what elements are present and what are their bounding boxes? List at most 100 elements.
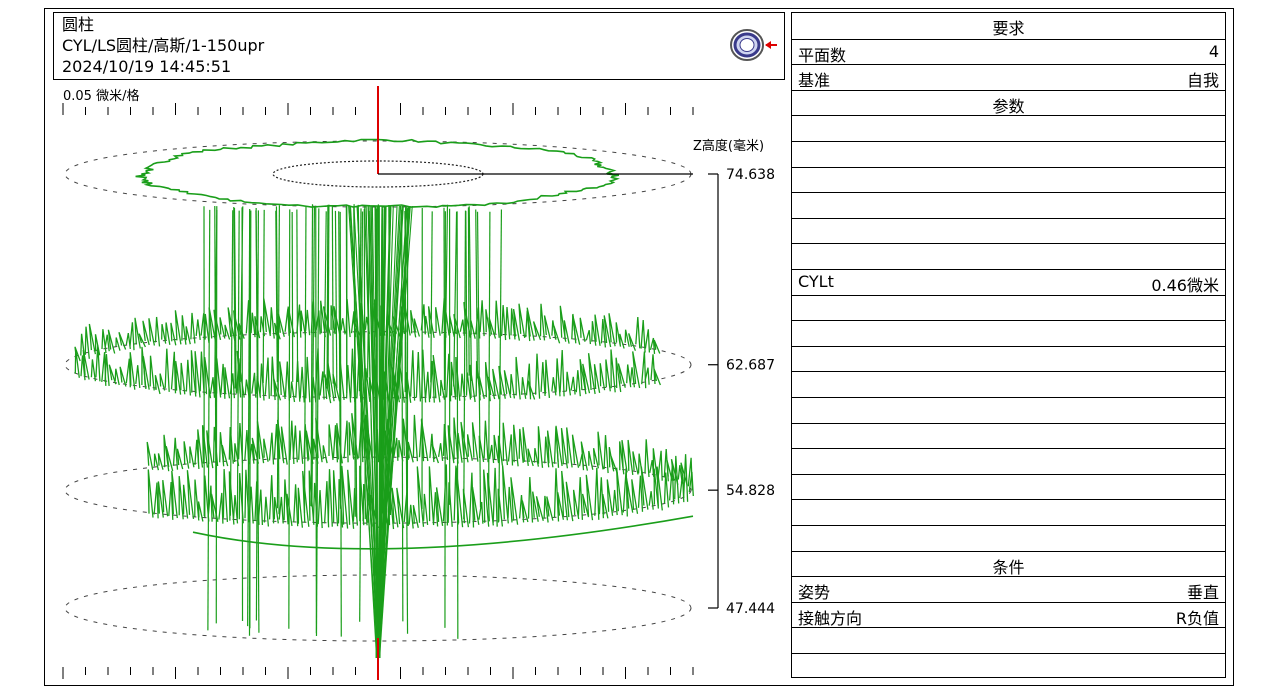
profile-spike bbox=[479, 300, 485, 337]
profile-spike bbox=[88, 323, 97, 355]
profile-spike bbox=[204, 313, 210, 344]
profile-spike bbox=[521, 377, 527, 399]
profile-spike bbox=[218, 492, 224, 524]
profile-spike bbox=[540, 362, 546, 396]
profile-spike bbox=[165, 446, 174, 472]
cylt-row: CYLt 0.46微米 bbox=[792, 269, 1225, 295]
profile-spike bbox=[615, 467, 623, 516]
profile-spike bbox=[189, 446, 195, 468]
profile-spike bbox=[149, 355, 155, 391]
profile-spike bbox=[159, 373, 166, 391]
profile-spike bbox=[293, 484, 299, 527]
profile-spike bbox=[153, 453, 160, 471]
profile-spike bbox=[622, 468, 628, 517]
profile-spike bbox=[606, 479, 614, 516]
profile-spike bbox=[209, 377, 216, 398]
profile-spike bbox=[424, 371, 431, 403]
result-panel: 要求 平面数 4 基准 自我 参数 CYLt 0.46微米 条件 姿势 垂直 接触方向 R… bbox=[791, 12, 1226, 678]
profile-spike bbox=[501, 465, 509, 524]
profile-spike bbox=[302, 470, 310, 527]
profile-spike bbox=[176, 448, 184, 470]
profile-spike bbox=[428, 466, 435, 526]
profile-spike bbox=[322, 445, 328, 464]
requirements-header: 要求 bbox=[992, 19, 1025, 38]
cylinder-section-icon bbox=[730, 29, 777, 61]
profile-spike bbox=[268, 432, 275, 465]
profile-spike bbox=[178, 476, 184, 520]
profile-spike bbox=[264, 357, 270, 399]
param-row-empty bbox=[792, 243, 1225, 269]
profile-spike bbox=[437, 443, 444, 461]
plane-count-row: 平面数 4 bbox=[792, 38, 1225, 65]
profile-spike bbox=[347, 469, 355, 529]
profile-spike bbox=[412, 414, 419, 462]
profile-spike bbox=[599, 363, 606, 391]
profile-spike bbox=[637, 453, 644, 478]
profile-spike bbox=[580, 441, 589, 471]
z-tick-label: 62.687 bbox=[726, 358, 775, 374]
profile-spike bbox=[559, 349, 565, 397]
profile-spike bbox=[448, 315, 455, 338]
param-row-empty bbox=[792, 499, 1225, 525]
generatrix-trace bbox=[303, 206, 307, 513]
profile-spike bbox=[298, 430, 304, 464]
profile-spike bbox=[533, 447, 540, 467]
profile-spike bbox=[518, 303, 526, 339]
profile-spike bbox=[572, 314, 581, 345]
profile-spike bbox=[610, 349, 616, 393]
generatrix-trace bbox=[334, 210, 338, 389]
profile-spike bbox=[270, 356, 276, 401]
profile-spike bbox=[182, 484, 189, 519]
profile-spike bbox=[431, 443, 440, 464]
profile-spike bbox=[129, 322, 135, 351]
profile-spike bbox=[653, 339, 661, 354]
profile-spike bbox=[170, 322, 177, 346]
profile-spike bbox=[424, 315, 430, 338]
profile-spike bbox=[553, 325, 561, 344]
param-row-empty bbox=[792, 397, 1225, 423]
profile-spike bbox=[483, 420, 489, 463]
profile-spike bbox=[534, 353, 541, 399]
profile-spike bbox=[195, 319, 201, 340]
param-row-empty bbox=[792, 448, 1225, 474]
profile-spike bbox=[537, 426, 544, 468]
profile-spike bbox=[170, 351, 177, 394]
profile-spike bbox=[147, 469, 154, 518]
report-datetime: 2024/10/19 14:45:51 bbox=[62, 57, 232, 76]
profile-spike bbox=[332, 470, 339, 527]
profile-spike bbox=[494, 300, 500, 338]
profile-spike bbox=[546, 430, 554, 468]
profile-spike bbox=[299, 366, 305, 403]
param-row-empty bbox=[792, 115, 1225, 141]
profile-spike bbox=[279, 361, 286, 400]
report-header: 圆柱 CYL/LS圆柱/高斯/1-150upr 2024/10/19 14:45… bbox=[53, 12, 785, 80]
profile-spike bbox=[503, 370, 512, 399]
profile-spike bbox=[104, 354, 110, 386]
profile-spike bbox=[582, 363, 591, 394]
param-row-empty bbox=[792, 192, 1225, 218]
profile-spike bbox=[277, 313, 285, 337]
profile-spike bbox=[263, 496, 270, 527]
profile-spike bbox=[593, 364, 601, 394]
profile-spike bbox=[575, 370, 581, 397]
param-row-empty bbox=[792, 473, 1225, 500]
profile-spike bbox=[142, 320, 150, 346]
generatrix-trace bbox=[207, 209, 211, 631]
profile-spike bbox=[118, 331, 127, 350]
generatrix-trace bbox=[291, 211, 294, 382]
profile-spike bbox=[175, 361, 182, 395]
profile-spike bbox=[174, 310, 182, 345]
profile-spike bbox=[594, 467, 600, 520]
profile-spike bbox=[190, 312, 196, 344]
profile-spike bbox=[644, 329, 651, 353]
conditions-header: 条件 bbox=[792, 550, 1225, 577]
profile-spike bbox=[488, 444, 495, 464]
profile-spike bbox=[470, 320, 476, 339]
profile-spike bbox=[579, 317, 586, 342]
profile-spike bbox=[304, 309, 311, 336]
profile-spike bbox=[502, 422, 509, 466]
profile-spike bbox=[224, 367, 231, 399]
z-axis-label: Z高度(毫米) bbox=[693, 138, 764, 154]
profile-spike bbox=[185, 359, 192, 396]
profile-spike bbox=[305, 356, 311, 403]
